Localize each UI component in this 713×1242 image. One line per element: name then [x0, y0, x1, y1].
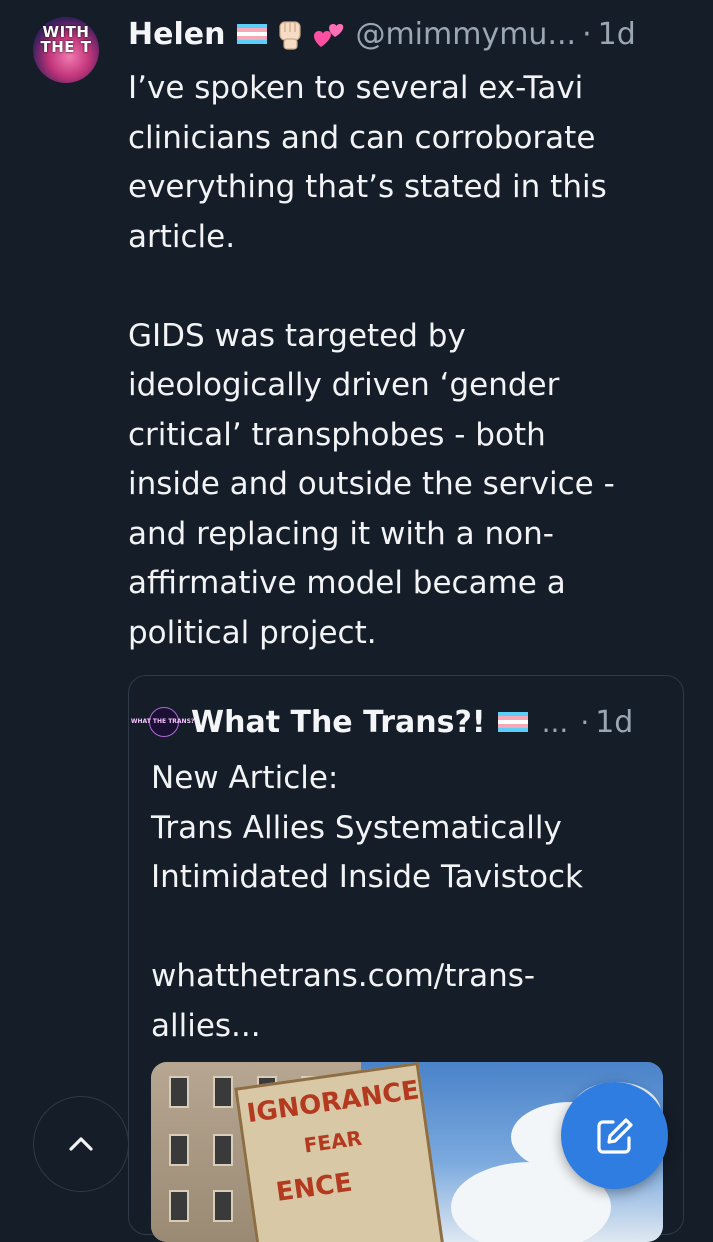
- sign-text: IGNORANCE: [244, 1075, 422, 1130]
- trans-flag-icon: [237, 24, 268, 44]
- post-body-line: affirmative model became a: [128, 565, 566, 601]
- post-body-line: everything that’s stated in this: [128, 169, 607, 205]
- post-body-line: critical’ transphobes - both: [128, 416, 546, 453]
- quoted-author-name[interactable]: What The Trans?!: [191, 705, 486, 740]
- post-body-line: political project.: [128, 614, 377, 651]
- compose-button[interactable]: [561, 1082, 668, 1189]
- quoted-post-header: WHAT THE TRANS?! What The Trans?! ... · …: [131, 700, 669, 744]
- scroll-to-top-button[interactable]: [33, 1096, 129, 1192]
- post-body-line: clinicians and can corroborate: [128, 119, 596, 156]
- name-emojis: [237, 18, 345, 50]
- quoted-link-line[interactable]: whatthetrans.com/trans-: [151, 952, 671, 1002]
- trans-flag-icon: [497, 712, 528, 732]
- chevron-up-icon: [69, 1137, 93, 1151]
- quoted-link-line[interactable]: allies...: [151, 1002, 671, 1052]
- sign-text: FEAR: [302, 1125, 364, 1158]
- truncation-ellipsis: ...: [541, 705, 569, 739]
- separator-dot: ·: [580, 705, 590, 739]
- quoted-post-body: New Article: Trans Allies Systematically…: [151, 754, 671, 1051]
- quoted-body-line: New Article:: [151, 760, 339, 796]
- quoted-author-avatar[interactable]: WHAT THE TRANS?!: [131, 707, 197, 737]
- post-timestamp[interactable]: 1d: [598, 17, 636, 52]
- quoted-post-timestamp[interactable]: 1d: [595, 705, 633, 740]
- post-body: I’ve spoken to several ex-Tavi clinician…: [128, 64, 688, 658]
- post-body-line: inside and outside the service -: [128, 466, 615, 502]
- post-body-line: ideologically driven ‘gender: [128, 367, 560, 403]
- quoted-avatar-text: WHAT THE TRANS?!: [130, 718, 198, 725]
- post-body-line: I’ve spoken to several ex-Tavi: [128, 70, 584, 106]
- compose-icon: [596, 1117, 633, 1154]
- post-body-line: article.: [128, 218, 236, 255]
- quoted-body-line: Trans Allies Systematically: [151, 809, 562, 846]
- separator-dot: ·: [582, 16, 592, 52]
- author-avatar[interactable]: WITH THE T: [33, 17, 99, 83]
- raised-fist-icon: [279, 21, 302, 50]
- avatar-logo-text: WITH THE T: [40, 23, 92, 56]
- author-handle[interactable]: @mimmymu...: [355, 17, 576, 52]
- post-header: Helen @mimmymu... · 1d: [128, 12, 688, 56]
- post-body-line: GIDS was targeted by: [128, 317, 466, 354]
- author-name[interactable]: Helen: [128, 17, 225, 52]
- post-body-line: and replacing it with a non-: [128, 515, 554, 552]
- protest-sign: IGNORANCE FEAR ENCE: [234, 1062, 446, 1242]
- sign-text: ENCE: [274, 1167, 355, 1208]
- post[interactable]: WITH THE T Helen @mimmymu... · 1d I’ve s…: [0, 0, 713, 1242]
- two-hearts-icon: [314, 24, 344, 47]
- quoted-body-line: Intimidated Inside Tavistock: [151, 859, 583, 895]
